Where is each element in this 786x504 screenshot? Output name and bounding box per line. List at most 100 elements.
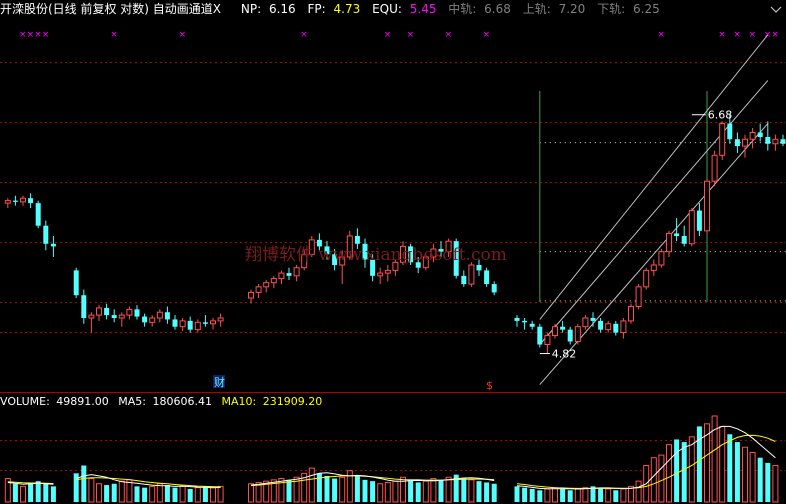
signal-mark: × (300, 30, 308, 40)
candle-body-up (688, 210, 695, 245)
volume-bar-up (719, 425, 726, 503)
candle-body-down (461, 275, 467, 285)
volume-bar-down (537, 490, 543, 502)
candle-body-up (149, 317, 156, 323)
volume-bar-down (202, 486, 208, 502)
volume-bar-up (772, 465, 779, 503)
candle-body-down (522, 320, 528, 323)
signal-mark: × (764, 30, 772, 40)
candle-body-down (172, 319, 178, 327)
candle-body-down (514, 317, 520, 321)
volume-bar-down (12, 483, 18, 502)
candle-body-up (552, 326, 558, 337)
fp-value: 4.73 (334, 2, 361, 16)
candle-body-down (613, 323, 619, 333)
volume-bar-up (118, 480, 125, 503)
finance-event-marker[interactable]: 财 (214, 375, 225, 389)
volume-bar-down (613, 490, 619, 502)
volume-bar-up (377, 483, 384, 503)
candle-body-up (666, 232, 672, 253)
candle-body-down (73, 270, 79, 296)
volume-bar-up (430, 478, 437, 503)
candle-body-down (111, 315, 117, 318)
signal-mark: × (483, 30, 491, 40)
signal-mark: × (733, 30, 741, 40)
candle-body-down (590, 317, 596, 321)
volume-bar-down (757, 457, 763, 502)
volume-bar-down (765, 462, 771, 502)
candle-body-up (650, 264, 657, 271)
volume-bar-down (354, 475, 360, 502)
volume-bar-down (324, 475, 330, 502)
dividend-event-marker[interactable]: $ (486, 379, 493, 392)
ma10-label: MA10: (222, 395, 257, 408)
candle-body-up (179, 320, 186, 328)
candle-body-up (635, 286, 642, 308)
volume-bar-down (415, 482, 421, 502)
candle-body-up (263, 282, 270, 288)
equ-value: 5.45 (410, 2, 437, 16)
high-point-label: 6.68 (708, 109, 733, 122)
fp-label: FP: (308, 2, 326, 16)
candle-body-up (643, 269, 650, 288)
signal-mark: × (771, 30, 779, 40)
candle-body-down (681, 235, 687, 244)
candle-body-down (757, 132, 763, 137)
signal-mark: × (179, 30, 187, 40)
volume-bar-down (187, 488, 193, 502)
candle-body-down (567, 329, 573, 342)
candle-body-down (164, 312, 170, 320)
volume-bar-up (339, 476, 346, 503)
lower-label: 下轨: (597, 2, 625, 16)
volume-bar-down (81, 465, 87, 502)
volume-bar-down (332, 478, 338, 502)
volume-bar-down (674, 439, 680, 502)
volume-bar-up (156, 483, 163, 503)
candle-body-down (765, 136, 771, 144)
candle-body-down (12, 200, 18, 202)
candle-body-up (544, 335, 551, 345)
volume-bar-down (529, 488, 535, 502)
candle-body-down (529, 323, 535, 327)
candle-body-down (286, 273, 292, 276)
lower-value: 6.25 (633, 2, 660, 16)
candle-body-down (734, 139, 740, 147)
candle-body-up (217, 317, 224, 322)
volume-bar-up (544, 488, 551, 503)
candle-body-down (780, 139, 786, 144)
signal-mark: × (384, 30, 392, 40)
signal-mark: × (718, 30, 726, 40)
signal-mark: × (42, 30, 50, 40)
candle-body-up (582, 317, 589, 328)
candle-body-down (696, 210, 702, 231)
candle-body-down (537, 326, 543, 345)
candle-body-down (35, 203, 41, 226)
upper-label: 上轨: (523, 2, 551, 16)
signal-mark: × (407, 30, 415, 40)
volume-bar-down (28, 482, 34, 502)
candle-body-up (749, 131, 756, 140)
volume-bar-down (476, 481, 482, 502)
signal-mark: × (34, 30, 42, 40)
volume-bar-up (749, 451, 756, 503)
volume-bar-up (742, 446, 748, 503)
ma10-value: 231909.20 (263, 395, 323, 408)
volume-bar-down (681, 442, 687, 502)
volume-bar-down (142, 487, 148, 502)
candle-body-up (4, 200, 11, 204)
volume-bar-down (567, 490, 573, 502)
signal-mark: × (27, 30, 35, 40)
volume-bar-up (88, 478, 95, 503)
volume-bar-down (727, 434, 733, 502)
candle-body-down (134, 309, 140, 317)
candle-body-down (142, 316, 148, 323)
candle-body-up (126, 308, 133, 316)
candle-body-down (484, 270, 490, 285)
volume-bar-down (696, 426, 702, 502)
volume-bar-up (468, 479, 475, 503)
volume-bar-down (172, 487, 178, 502)
volume-bar-down (598, 487, 604, 502)
volume-bar-up (194, 487, 201, 503)
candle-body-down (674, 233, 680, 236)
volume-bar-up (658, 454, 665, 503)
